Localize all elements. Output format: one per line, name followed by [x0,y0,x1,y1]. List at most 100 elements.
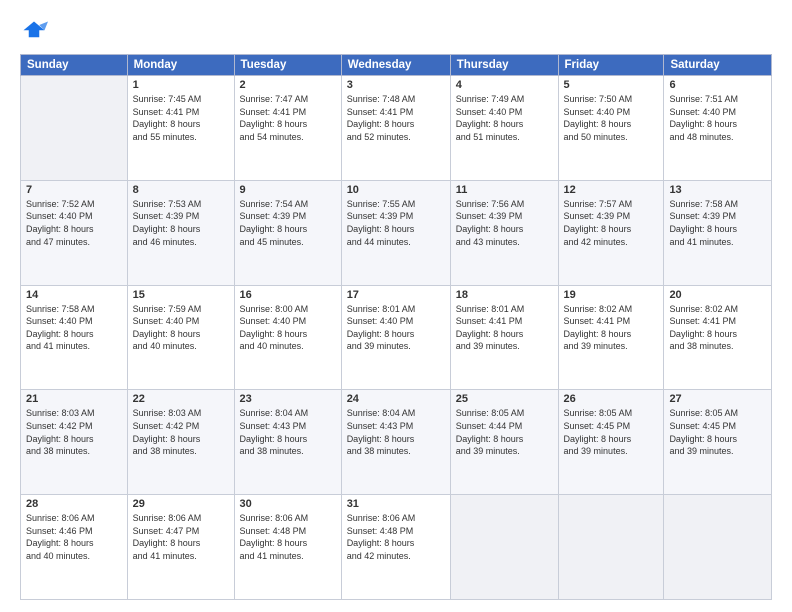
cell-info: Sunrise: 7:47 AM Sunset: 4:41 PM Dayligh… [240,93,336,143]
calendar-cell: 31Sunrise: 8:06 AM Sunset: 4:48 PM Dayli… [341,495,450,600]
day-number: 22 [133,393,229,405]
calendar-cell [21,76,128,181]
calendar-cell: 21 Sunrise: 8:03 AM Sunset: 4:42 PM Dayli… [21,390,128,495]
logo-icon [20,18,48,46]
day-number: 10 [347,184,445,196]
calendar-cell: 7 Sunrise: 7:52 AM Sunset: 4:40 PM Daylig… [21,180,128,285]
calendar-cell: 25 Sunrise: 8:05 AM Sunset: 4:44 PM Dayli… [450,390,558,495]
cell-info: Sunrise: 8:01 AM Sunset: 4:41 PM Dayligh… [456,303,553,353]
day-header-thursday: Thursday [450,55,558,76]
calendar-table: SundayMondayTuesdayWednesdayThursdayFrid… [20,54,772,600]
day-number: 1 [133,79,229,91]
cell-info: Sunrise: 8:06 AM Sunset: 4:46 PM Dayligh… [26,512,122,562]
calendar-cell: 2 Sunrise: 7:47 AM Sunset: 4:41 PM Daylig… [234,76,341,181]
day-number: 26 [564,393,659,405]
cell-info: Sunrise: 7:57 AM Sunset: 4:39 PM Dayligh… [564,198,659,248]
day-number: 15 [133,289,229,301]
cell-info: Sunrise: 7:49 AM Sunset: 4:40 PM Dayligh… [456,93,553,143]
cell-info: Sunrise: 7:58 AM Sunset: 4:40 PM Dayligh… [26,303,122,353]
cell-info: Sunrise: 8:02 AM Sunset: 4:41 PM Dayligh… [564,303,659,353]
day-number: 19 [564,289,659,301]
day-header-monday: Monday [127,55,234,76]
day-number: 30 [240,498,336,510]
day-header-friday: Friday [558,55,664,76]
day-number: 27 [669,393,766,405]
day-number: 3 [347,79,445,91]
cell-info: Sunrise: 8:03 AM Sunset: 4:42 PM Dayligh… [133,407,229,457]
cell-info: Sunrise: 7:56 AM Sunset: 4:39 PM Dayligh… [456,198,553,248]
calendar-cell: 10 Sunrise: 7:55 AM Sunset: 4:39 PM Dayli… [341,180,450,285]
cell-info: Sunrise: 7:45 AM Sunset: 4:41 PM Dayligh… [133,93,229,143]
day-number: 25 [456,393,553,405]
cell-info: Sunrise: 8:02 AM Sunset: 4:41 PM Dayligh… [669,303,766,353]
calendar-cell: 17 Sunrise: 8:01 AM Sunset: 4:40 PM Dayli… [341,285,450,390]
calendar-cell: 6Sunrise: 7:51 AM Sunset: 4:40 PM Daylig… [664,76,772,181]
calendar-cell: 19 Sunrise: 8:02 AM Sunset: 4:41 PM Dayli… [558,285,664,390]
calendar-cell [664,495,772,600]
logo [20,18,52,46]
calendar-cell: 5 Sunrise: 7:50 AM Sunset: 4:40 PM Daylig… [558,76,664,181]
calendar-cell: 9 Sunrise: 7:54 AM Sunset: 4:39 PM Daylig… [234,180,341,285]
calendar-cell: 3Sunrise: 7:48 AM Sunset: 4:41 PM Daylig… [341,76,450,181]
cell-info: Sunrise: 8:05 AM Sunset: 4:45 PM Dayligh… [564,407,659,457]
day-number: 20 [669,289,766,301]
calendar-cell: 12 Sunrise: 7:57 AM Sunset: 4:39 PM Dayli… [558,180,664,285]
week-row-4: 21 Sunrise: 8:03 AM Sunset: 4:42 PM Dayli… [21,390,772,495]
cell-info: Sunrise: 7:55 AM Sunset: 4:39 PM Dayligh… [347,198,445,248]
calendar-cell: 1 Sunrise: 7:45 AM Sunset: 4:41 PM Daylig… [127,76,234,181]
calendar-cell: 16 Sunrise: 8:00 AM Sunset: 4:40 PM Dayli… [234,285,341,390]
calendar-cell: 22 Sunrise: 8:03 AM Sunset: 4:42 PM Dayli… [127,390,234,495]
week-row-3: 14Sunrise: 7:58 AM Sunset: 4:40 PM Dayli… [21,285,772,390]
cell-info: Sunrise: 8:01 AM Sunset: 4:40 PM Dayligh… [347,303,445,353]
cell-info: Sunrise: 7:52 AM Sunset: 4:40 PM Dayligh… [26,198,122,248]
calendar-cell: 13 Sunrise: 7:58 AM Sunset: 4:39 PM Dayli… [664,180,772,285]
cell-info: Sunrise: 7:53 AM Sunset: 4:39 PM Dayligh… [133,198,229,248]
cell-info: Sunrise: 8:05 AM Sunset: 4:45 PM Dayligh… [669,407,766,457]
day-number: 29 [133,498,229,510]
calendar-cell: 14Sunrise: 7:58 AM Sunset: 4:40 PM Dayli… [21,285,128,390]
day-number: 5 [564,79,659,91]
calendar-cell: 28 Sunrise: 8:06 AM Sunset: 4:46 PM Dayli… [21,495,128,600]
day-number: 12 [564,184,659,196]
calendar-cell: 23Sunrise: 8:04 AM Sunset: 4:43 PM Dayli… [234,390,341,495]
calendar-cell [558,495,664,600]
day-number: 21 [26,393,122,405]
cell-info: Sunrise: 8:03 AM Sunset: 4:42 PM Dayligh… [26,407,122,457]
calendar-cell: 11Sunrise: 7:56 AM Sunset: 4:39 PM Dayli… [450,180,558,285]
cell-info: Sunrise: 8:00 AM Sunset: 4:40 PM Dayligh… [240,303,336,353]
week-row-2: 7 Sunrise: 7:52 AM Sunset: 4:40 PM Daylig… [21,180,772,285]
page-header [20,18,772,46]
cell-info: Sunrise: 7:50 AM Sunset: 4:40 PM Dayligh… [564,93,659,143]
cell-info: Sunrise: 7:51 AM Sunset: 4:40 PM Dayligh… [669,93,766,143]
day-number: 31 [347,498,445,510]
day-number: 17 [347,289,445,301]
cell-info: Sunrise: 8:06 AM Sunset: 4:48 PM Dayligh… [240,512,336,562]
day-number: 16 [240,289,336,301]
calendar-cell: 27 Sunrise: 8:05 AM Sunset: 4:45 PM Dayli… [664,390,772,495]
day-number: 9 [240,184,336,196]
day-number: 13 [669,184,766,196]
day-number: 7 [26,184,122,196]
calendar-cell: 29Sunrise: 8:06 AM Sunset: 4:47 PM Dayli… [127,495,234,600]
calendar-cell [450,495,558,600]
day-number: 2 [240,79,336,91]
cell-info: Sunrise: 8:04 AM Sunset: 4:43 PM Dayligh… [240,407,336,457]
cell-info: Sunrise: 8:04 AM Sunset: 4:43 PM Dayligh… [347,407,445,457]
week-row-1: 1 Sunrise: 7:45 AM Sunset: 4:41 PM Daylig… [21,76,772,181]
day-number: 28 [26,498,122,510]
cell-info: Sunrise: 7:54 AM Sunset: 4:39 PM Dayligh… [240,198,336,248]
calendar-cell: 26 Sunrise: 8:05 AM Sunset: 4:45 PM Dayli… [558,390,664,495]
day-header-sunday: Sunday [21,55,128,76]
calendar-cell: 8 Sunrise: 7:53 AM Sunset: 4:39 PM Daylig… [127,180,234,285]
cell-info: Sunrise: 8:05 AM Sunset: 4:44 PM Dayligh… [456,407,553,457]
day-number: 8 [133,184,229,196]
calendar-cell: 24Sunrise: 8:04 AM Sunset: 4:43 PM Dayli… [341,390,450,495]
calendar-cell: 4Sunrise: 7:49 AM Sunset: 4:40 PM Daylig… [450,76,558,181]
calendar-body: 1 Sunrise: 7:45 AM Sunset: 4:41 PM Daylig… [21,76,772,600]
day-header-tuesday: Tuesday [234,55,341,76]
day-of-week-row: SundayMondayTuesdayWednesdayThursdayFrid… [21,55,772,76]
calendar-cell: 30 Sunrise: 8:06 AM Sunset: 4:48 PM Dayli… [234,495,341,600]
calendar-cell: 15Sunrise: 7:59 AM Sunset: 4:40 PM Dayli… [127,285,234,390]
cell-info: Sunrise: 7:58 AM Sunset: 4:39 PM Dayligh… [669,198,766,248]
day-header-wednesday: Wednesday [341,55,450,76]
